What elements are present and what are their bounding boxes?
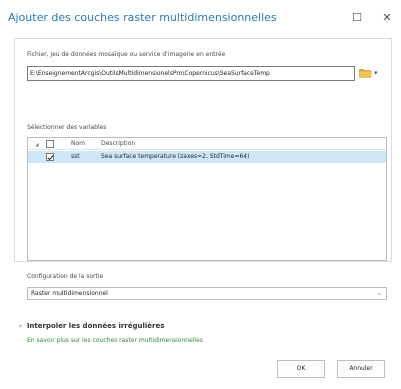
cancel-button[interactable]: Annuler xyxy=(337,360,385,378)
close-button[interactable]: ✕ xyxy=(377,9,397,27)
chevron-down-icon: ⌄ xyxy=(376,289,382,297)
variables-table: ◢ Nom Description sst Sea surface temper… xyxy=(27,137,387,261)
sort-arrow-icon: ◢ xyxy=(35,142,39,148)
variables-label: Sélectionner des variables xyxy=(27,124,107,131)
restore-button[interactable]: ☐ xyxy=(347,9,367,27)
row-checkbox[interactable] xyxy=(46,153,54,161)
dialog-title: Ajouter des couches raster multidimensio… xyxy=(8,11,277,24)
column-header-name[interactable]: Nom xyxy=(71,140,85,147)
browse-folder-icon[interactable] xyxy=(359,68,372,78)
browse-dropdown-arrow[interactable]: ▾ xyxy=(374,70,378,77)
expand-arrow-icon: › xyxy=(19,322,22,330)
variable-description: Sea surface temperature (zaxes=2, StdTim… xyxy=(101,153,250,160)
table-header: ◢ Nom Description xyxy=(28,138,386,150)
learn-more-link[interactable]: En savoir plus sur les couches raster mu… xyxy=(27,337,203,344)
output-config-label: Configuration de la sortie xyxy=(27,273,104,280)
interpolate-label: Interpoler les données irrégulières xyxy=(26,322,165,330)
input-path-field[interactable]: E:\EnseignementArcgis\OutilsMultidimensi… xyxy=(27,66,355,81)
output-config-select[interactable]: Raster multidimensionnel ⌄ xyxy=(27,287,387,300)
output-config-value: Raster multidimensionnel xyxy=(31,290,108,297)
variable-name: sst xyxy=(71,153,80,160)
ok-button[interactable]: OK xyxy=(277,360,325,378)
select-all-checkbox[interactable] xyxy=(46,140,54,148)
title-bar: Ajouter des couches raster multidimensio… xyxy=(0,0,401,38)
table-row[interactable]: sst Sea surface temperature (zaxes=2, St… xyxy=(28,151,386,163)
column-header-description[interactable]: Description xyxy=(101,140,135,147)
add-multidimensional-raster-dialog: Ajouter des couches raster multidimensio… xyxy=(0,0,401,389)
interpolate-expander[interactable]: › Interpoler les données irrégulières xyxy=(19,313,164,332)
input-label: Fichier, jeu de données mosaïque ou serv… xyxy=(27,51,226,58)
